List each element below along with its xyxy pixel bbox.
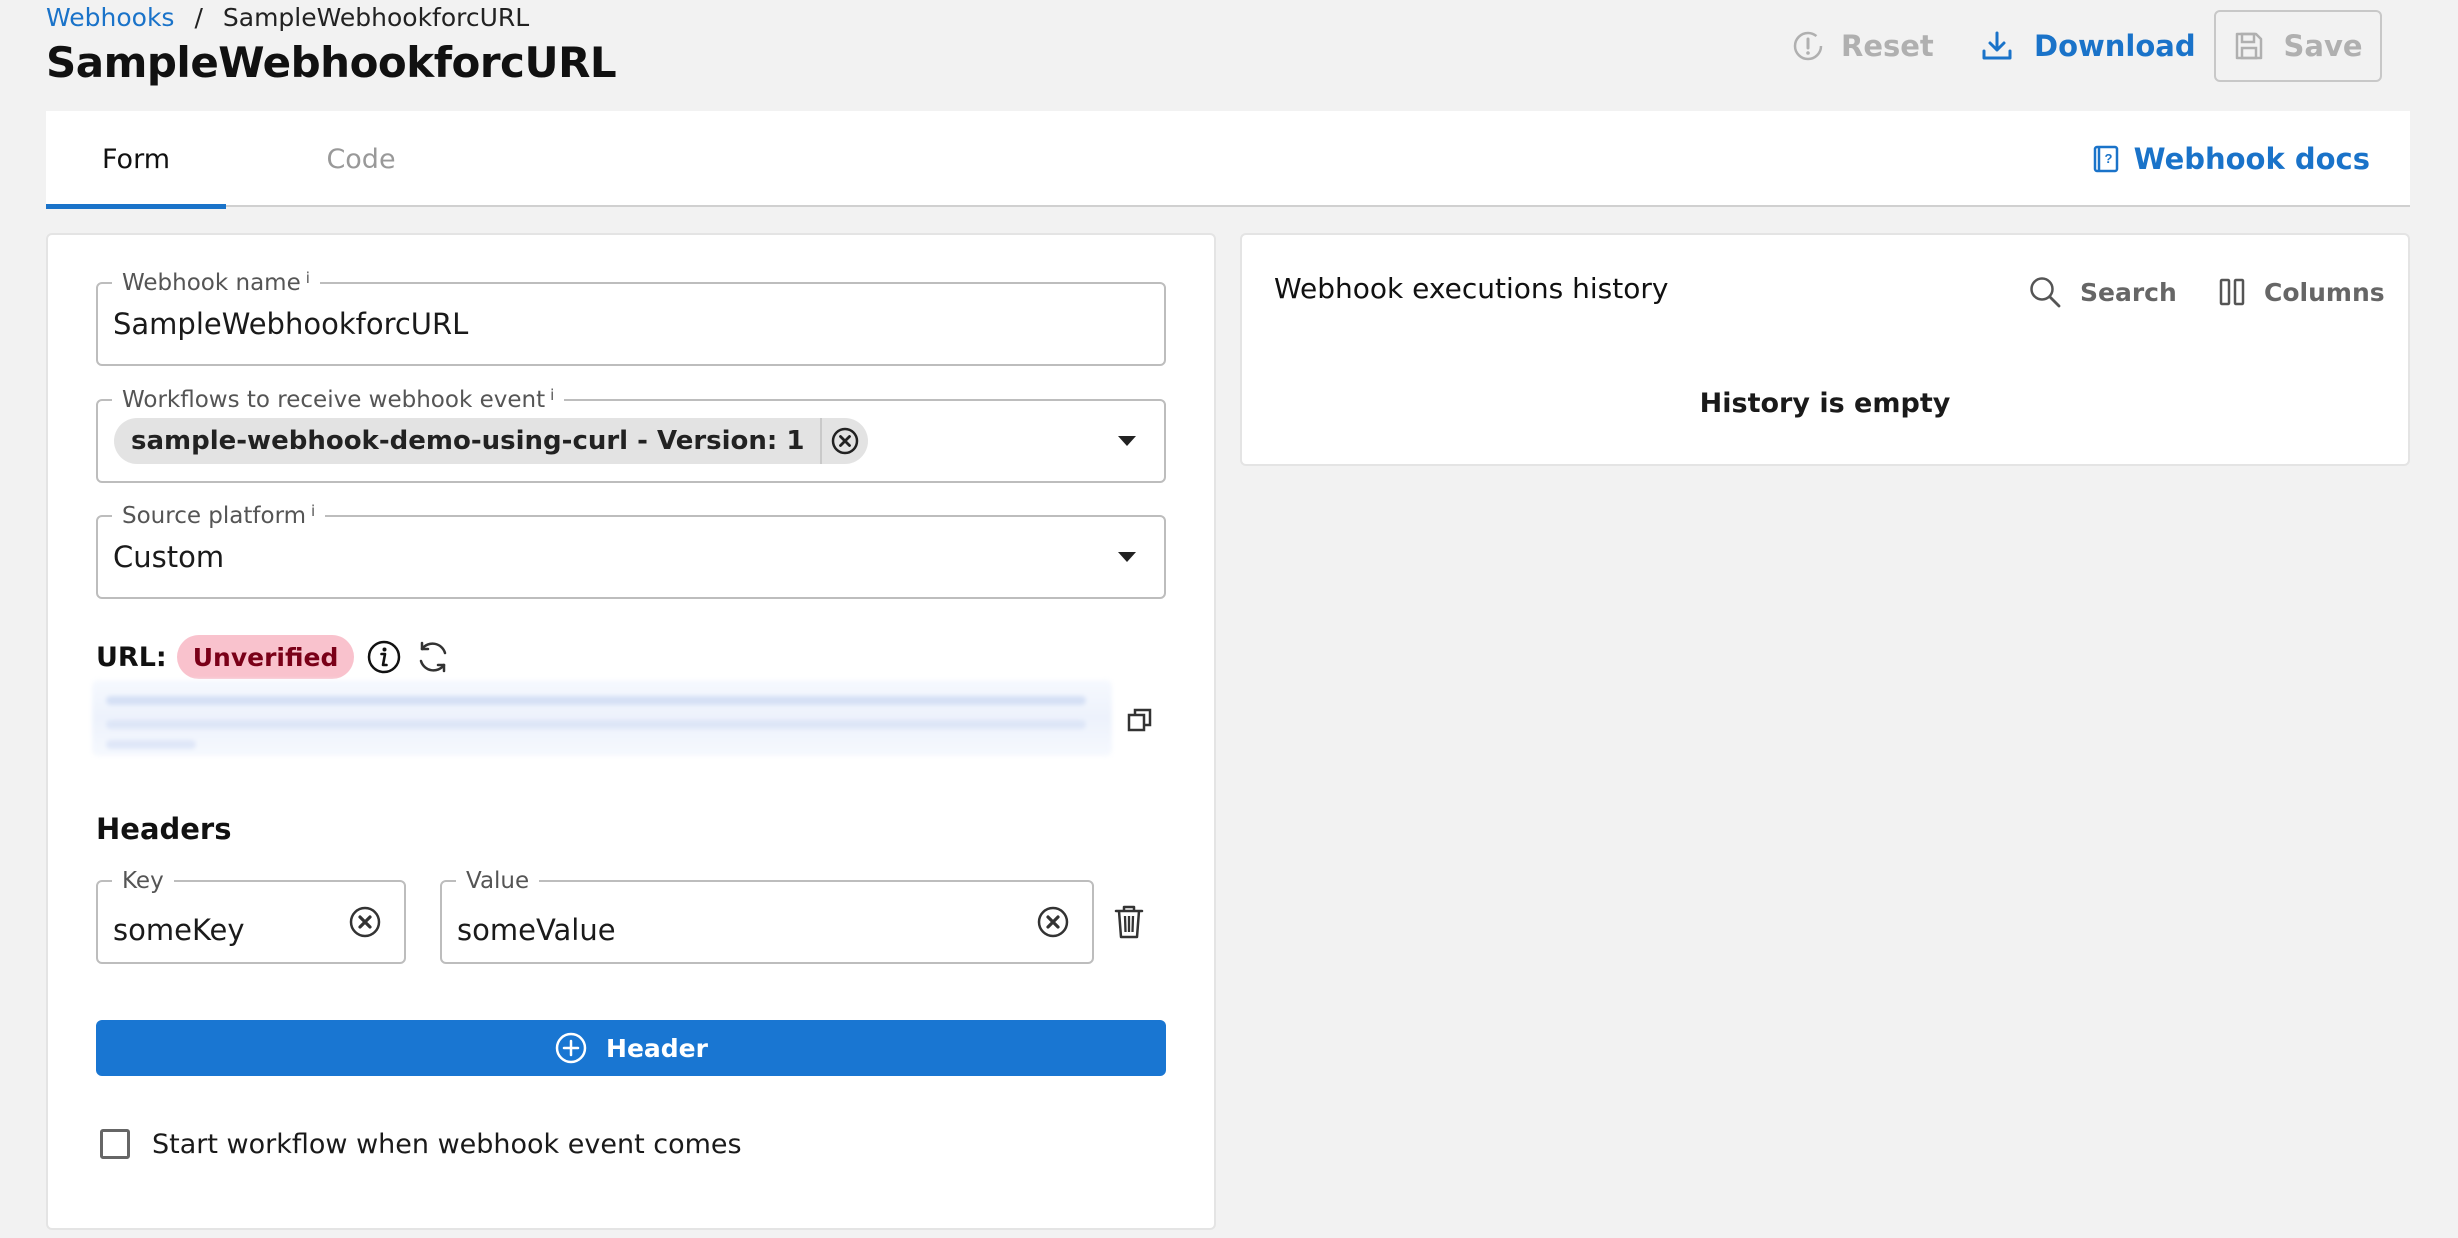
history-empty-message: History is empty [1699,388,1951,419]
webhook-url-value [92,680,1112,756]
trash-icon [1114,905,1144,939]
refresh-icon [420,641,447,673]
delete-header-button[interactable] [1110,902,1148,946]
clear-key-button[interactable] [348,905,382,943]
executions-history-panel [1240,233,2410,466]
floppy-disk-icon [2236,32,2263,60]
add-header-button[interactable]: Header [96,1020,1166,1076]
url-status-badge: Unverified [176,635,355,679]
webhook-docs-label: Webhook docs [2133,142,2370,176]
tab-bar: Form Code ? Webhook docs [46,111,2410,209]
history-columns-label: Columns [2264,277,2385,307]
info-icon [368,640,401,674]
alert-circle-icon [1793,31,1823,61]
breadcrumb-webhooks-link[interactable]: Webhooks [46,3,174,32]
chip-remove-button[interactable] [820,418,868,464]
start-workflow-label[interactable]: Start workflow when webhook event comes [152,1129,742,1160]
workflow-chip-label: sample-webhook-demo-using-curl - Version… [131,426,805,456]
webhook-name-value: SampleWebhookforcURL [113,307,469,341]
chevron-down-icon[interactable] [1118,552,1136,562]
history-search-button[interactable]: Search [2028,272,2177,312]
breadcrumb-separator: / [194,2,203,32]
reset-button[interactable]: Reset [1793,20,1934,72]
url-refresh-button[interactable] [414,638,452,676]
url-row: URL: Unverified [96,635,452,679]
header-value-value: someValue [457,913,616,947]
headers-title: Headers [96,812,232,846]
close-circle-icon [349,906,381,938]
save-button[interactable]: Save [2214,10,2382,82]
chevron-down-icon[interactable] [1118,436,1136,446]
history-search-label: Search [2080,277,2177,307]
clear-value-button[interactable] [1036,905,1070,943]
close-circle-icon [1037,906,1069,938]
download-icon [1982,31,2012,60]
workflow-chip: sample-webhook-demo-using-curl - Version… [114,418,869,464]
copy-url-button[interactable] [1126,706,1154,738]
tab-form[interactable]: Form [46,111,226,209]
source-platform-info-icon[interactable]: i [311,503,315,519]
webhook-name-field[interactable]: Webhook name i SampleWebhookforcURL [96,270,1166,366]
breadcrumb-current: SampleWebhookforcURL [222,2,530,32]
history-title: Webhook executions history [1274,272,1669,305]
start-workflow-row: Start workflow when webhook event comes [100,1126,742,1162]
book-icon: ? [2093,145,2118,173]
url-info-button[interactable] [366,639,402,675]
header-value-field[interactable]: Value someValue [440,868,1094,964]
copy-icon [1127,708,1152,732]
history-columns-button[interactable]: Columns [2218,272,2385,312]
source-platform-select[interactable]: Source platform i Custom [96,503,1166,599]
reset-label: Reset [1841,29,1934,63]
workflows-select[interactable]: Workflows to receive webhook event i sam… [96,387,1166,483]
webhook-docs-link[interactable]: ? Webhook docs [2092,111,2370,207]
workflows-legend: Workflows to receive webhook event i [112,387,565,413]
workflows-info-icon[interactable]: i [550,387,554,403]
download-label: Download [2034,29,2196,63]
workflows-label: Workflows to receive webhook event [122,387,546,413]
start-workflow-checkbox[interactable] [100,1129,130,1159]
save-label: Save [2283,29,2363,63]
header-key-field[interactable]: Key someKey [96,868,406,964]
url-label: URL: [96,641,167,673]
tab-code[interactable]: Code [271,111,451,207]
breadcrumb: Webhooks / SampleWebhookforcURL [46,0,529,34]
header-key-value: someKey [113,913,245,947]
download-button[interactable]: Download [1980,20,2196,72]
search-icon [2030,277,2061,308]
plus-circle-icon [555,1032,587,1064]
source-platform-value: Custom [113,540,225,574]
close-circle-icon [832,427,859,455]
add-header-label: Header [606,1033,708,1063]
svg-text:?: ? [2104,151,2112,166]
page-title: SampleWebhookforcURL [46,38,617,87]
columns-icon [2219,278,2245,306]
